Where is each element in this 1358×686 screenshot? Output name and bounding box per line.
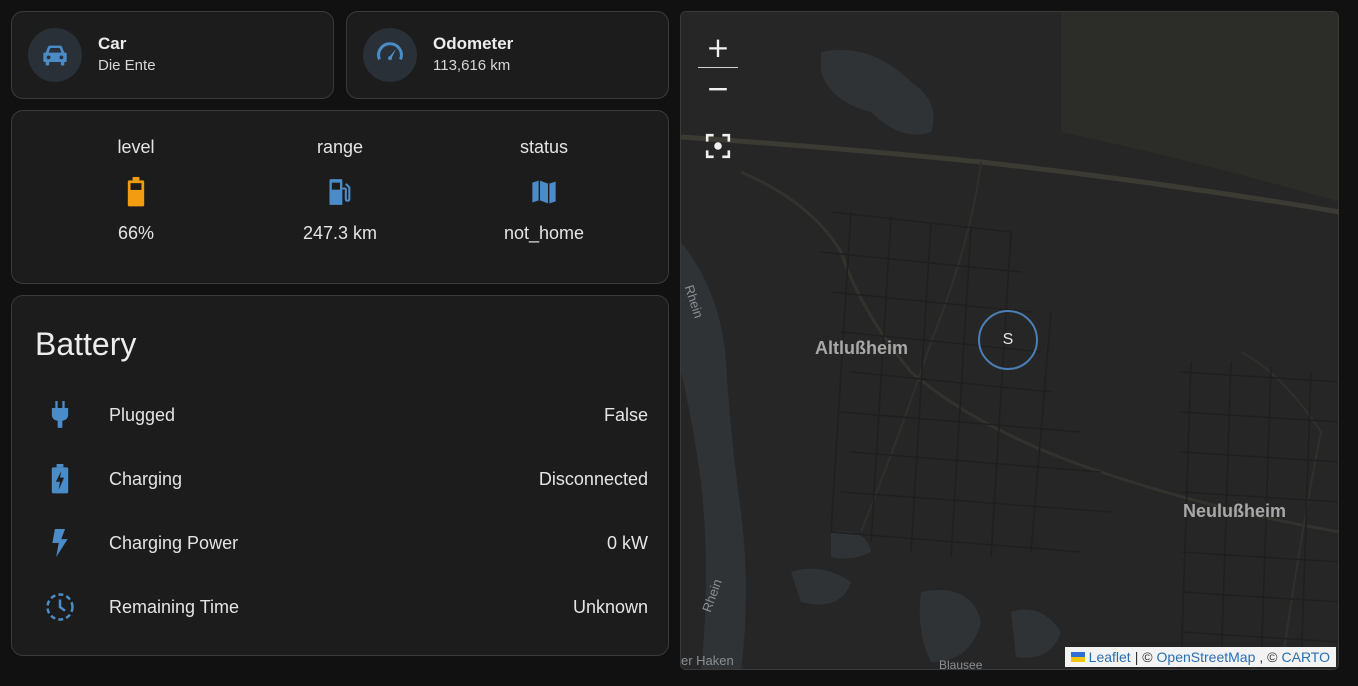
- glance-name: range: [316, 137, 364, 157]
- map-label-lake: Blausee: [939, 658, 983, 670]
- car-state: Die Ente: [98, 57, 156, 74]
- focus-button[interactable]: [696, 126, 740, 166]
- osm-link[interactable]: OpenStreetMap: [1157, 649, 1256, 665]
- entity-value: False: [603, 404, 648, 425]
- odometer-tile[interactable]: Odometer 113,616 km: [346, 11, 669, 99]
- map-attribution: Leaflet | © OpenStreetMap , © CARTO: [1064, 647, 1336, 667]
- map-label-town: Altlußheim: [815, 338, 908, 358]
- zoom-in-button[interactable]: +: [696, 27, 740, 67]
- map-card[interactable]: + − Altlußheim Neulußheim Rhein Rhein er…: [680, 11, 1339, 670]
- zoom-control: + −: [696, 27, 740, 108]
- clock-icon: [40, 592, 80, 622]
- zoom-out-button[interactable]: −: [696, 68, 740, 108]
- battery-card: Battery Plugged False Charging Disconnec…: [11, 295, 669, 656]
- car-tile[interactable]: Car Die Ente: [11, 11, 334, 99]
- entity-row-charging[interactable]: Charging Disconnected: [12, 459, 670, 499]
- speedometer-icon: [363, 28, 417, 82]
- glance-item-status[interactable]: status not_home: [442, 111, 646, 283]
- glance-state: 247.3 km: [302, 223, 378, 243]
- entity-value: 0 kW: [606, 532, 648, 553]
- device-marker[interactable]: S: [978, 310, 1038, 370]
- attribution-separator: , ©: [1259, 649, 1278, 665]
- glance-name: level: [117, 137, 155, 157]
- entity-label: Plugged: [109, 404, 176, 425]
- carto-link[interactable]: CARTO: [1282, 649, 1331, 665]
- flash-icon: [40, 529, 80, 557]
- attribution-separator: | ©: [1134, 649, 1153, 665]
- entity-row-remaining-time[interactable]: Remaining Time Unknown: [12, 587, 670, 627]
- glance-state: 66%: [117, 223, 155, 243]
- entity-row-charging-power[interactable]: Charging Power 0 kW: [12, 523, 670, 563]
- entity-label: Charging: [109, 468, 183, 489]
- glance-name: status: [519, 137, 569, 157]
- glance-state: not_home: [503, 223, 585, 243]
- entity-value: Unknown: [572, 596, 648, 617]
- odometer-state: 113,616 km: [433, 57, 511, 74]
- ukraine-flag-icon: [1070, 652, 1085, 662]
- map-icon: [530, 175, 558, 209]
- entity-row-plugged[interactable]: Plugged False: [12, 395, 670, 435]
- entity-label: Remaining Time: [109, 596, 240, 617]
- car-icon: [28, 28, 82, 82]
- map-label-town: Neulußheim: [1183, 501, 1287, 521]
- focus-icon: [705, 133, 731, 159]
- fuel-pump-icon: [327, 175, 353, 209]
- glance-item-level[interactable]: level 66%: [34, 111, 238, 283]
- map-label-place: er Haken: [681, 653, 734, 668]
- power-plug-icon: [40, 401, 80, 429]
- battery-icon: [126, 175, 146, 209]
- battery-charging-icon: [40, 464, 80, 494]
- entity-value: Disconnected: [538, 468, 648, 489]
- glance-card: level 66% range 247.3 km status not_home: [11, 110, 669, 284]
- car-name: Car: [98, 34, 127, 53]
- odometer-name: Odometer: [433, 34, 514, 53]
- entity-label: Charging Power: [109, 532, 239, 553]
- leaflet-link[interactable]: Leaflet: [1089, 649, 1131, 665]
- card-title: Battery: [35, 326, 137, 362]
- glance-item-range[interactable]: range 247.3 km: [238, 111, 442, 283]
